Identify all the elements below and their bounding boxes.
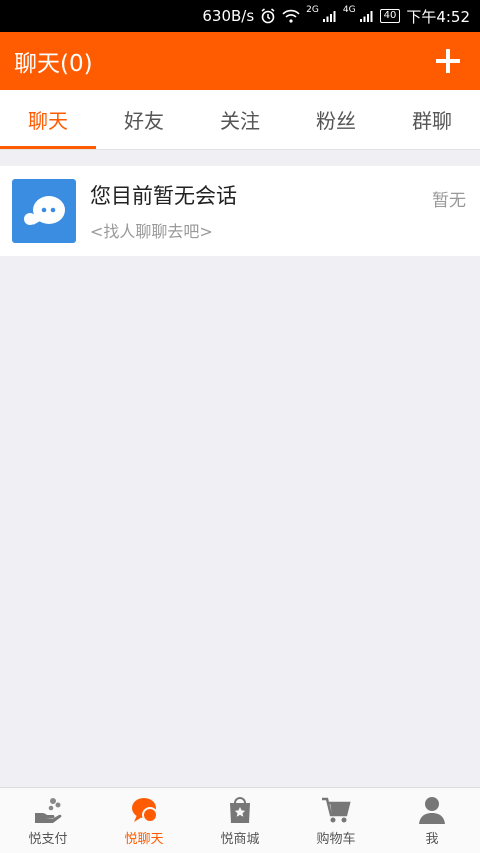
tab-groups[interactable]: 群聊 (384, 90, 480, 149)
person-icon (419, 797, 445, 824)
bottom-nav: 悦支付 悦聊天 悦商城 购物车 我 (0, 787, 480, 853)
nav-label: 悦支付 (28, 832, 68, 847)
tab-label: 好友 (124, 109, 164, 133)
nav-label: 悦聊天 (124, 832, 164, 847)
cart-icon (322, 797, 351, 823)
tab-friends[interactable]: 好友 (96, 90, 192, 149)
conversation-title: 您目前暂无会话 (90, 184, 237, 208)
signal-1-icon (322, 10, 337, 22)
wifi-icon (282, 9, 300, 23)
nav-label: 我 (425, 832, 439, 847)
nav-chat[interactable]: 悦聊天 (96, 788, 192, 853)
tab-label: 群聊 (412, 109, 452, 133)
hand-coins-icon (35, 798, 62, 823)
tab-fans[interactable]: 粉丝 (288, 90, 384, 149)
signal-1-type: 2G (306, 4, 319, 15)
tab-label: 关注 (220, 109, 260, 133)
chat-bubble-icon (12, 179, 76, 243)
shopping-bag-icon (230, 797, 250, 823)
status-bar: 630B/s 2G 4G 40 下午4:52 (0, 0, 480, 32)
tab-label: 粉丝 (316, 109, 356, 133)
tab-label: 聊天 (28, 109, 68, 133)
nav-me[interactable]: 我 (384, 788, 480, 853)
tab-chat[interactable]: 聊天 (0, 90, 96, 149)
signal-2-icon (359, 10, 374, 22)
chat-icon (132, 798, 158, 823)
app-bar: 聊天(0) (0, 32, 480, 90)
alarm-icon (260, 8, 276, 24)
signal-2-type: 4G (342, 4, 356, 15)
battery-icon: 40 (379, 9, 401, 23)
network-speed: 630B/s (202, 7, 255, 25)
tab-following[interactable]: 关注 (192, 90, 288, 149)
clock: 下午4:52 (406, 7, 470, 26)
nav-mall[interactable]: 悦商城 (192, 788, 288, 853)
conversation-time: 暂无 (432, 191, 466, 211)
nav-cart[interactable]: 购物车 (288, 788, 384, 853)
page-title: 聊天(0) (14, 51, 93, 77)
conversation-item[interactable]: 您目前暂无会话 <找人聊聊去吧> 暂无 (0, 166, 480, 256)
nav-label: 悦商城 (220, 832, 260, 847)
nav-pay[interactable]: 悦支付 (0, 788, 96, 853)
plus-icon[interactable] (436, 49, 460, 73)
tab-bar: 聊天 好友 关注 粉丝 群聊 (0, 90, 480, 150)
nav-label: 购物车 (316, 832, 356, 847)
conversation-subtitle: <找人聊聊去吧> (90, 222, 213, 241)
